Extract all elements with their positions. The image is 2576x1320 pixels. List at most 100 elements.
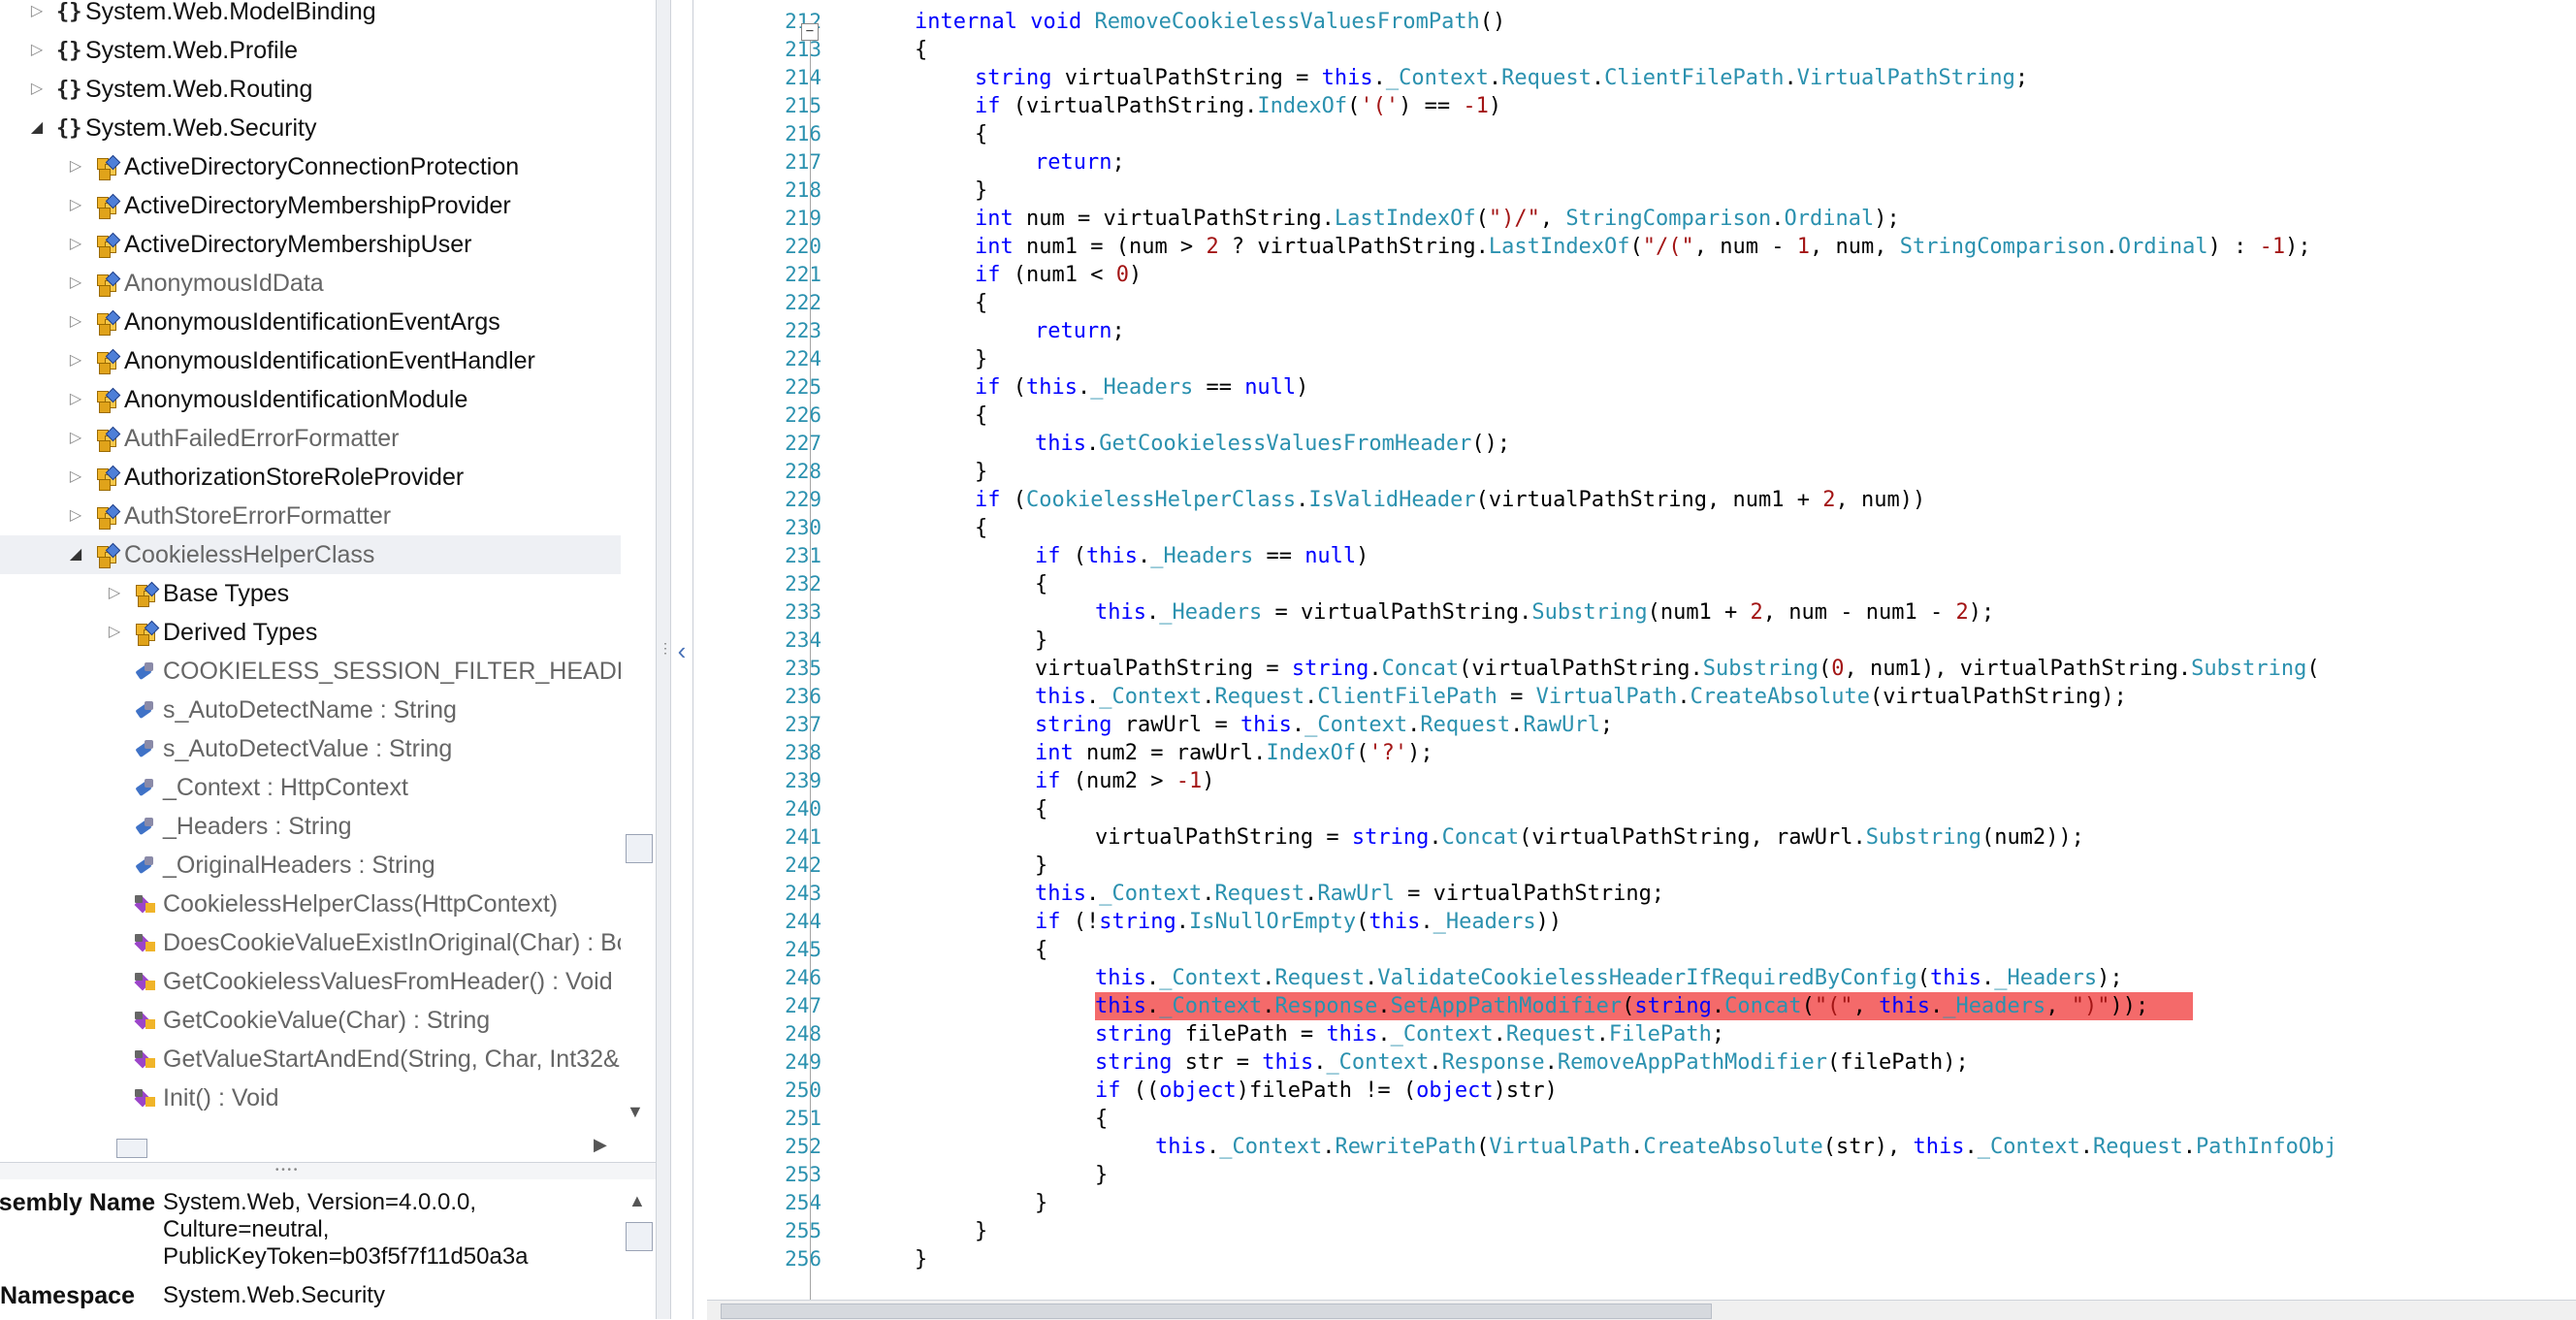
properties-scrollbar[interactable]: ▲ [621,1179,656,1319]
tree-vertical-scrollbar[interactable]: ▼ [621,0,656,1144]
expand-triangle-icon[interactable]: ▷ [27,31,47,70]
collapse-triangle-icon[interactable]: ◢ [27,109,47,147]
tree-item[interactable]: ▷ {} System.Web.Profile [0,31,621,70]
tree-item[interactable]: s_AutoDetectName : String [0,691,621,729]
tree-item[interactable]: ▷ Base Types [0,574,621,613]
tree-item[interactable]: ▷ AnonymousIdData [0,264,621,303]
expand-triangle-icon[interactable]: ▷ [66,147,85,186]
tree-item[interactable]: COOKIELESS_SESSION_FILTER_HEADER : S [0,652,621,691]
code-line[interactable]: return; [1035,148,1125,177]
scroll-thumb[interactable] [721,1304,1712,1319]
tree-item[interactable]: ▷ ActiveDirectoryMembershipProvider [0,186,621,225]
expand-triangle-icon[interactable]: ▷ [66,341,85,380]
scroll-thumb[interactable] [116,1139,147,1158]
code-line[interactable]: { [975,514,987,542]
code-line[interactable]: if (!string.IsNullOrEmpty(this._Headers)… [1035,908,1562,936]
collapse-pane-icon[interactable]: ‹ [671,636,692,665]
expand-triangle-icon[interactable]: ▷ [66,419,85,458]
code-line[interactable]: string rawUrl = this._Context.Request.Ra… [1035,711,1613,739]
code-line[interactable]: this._Context.Request.ValidateCookieless… [1095,964,2123,992]
tree-item[interactable]: _Headers : String [0,807,621,846]
tree-item[interactable]: ▷ Derived Types [0,613,621,652]
expand-triangle-icon[interactable]: ▷ [27,70,47,109]
scroll-thumb[interactable] [626,834,653,863]
code-line[interactable]: internal void RemoveCookielessValuesFrom… [915,8,1505,36]
code-line[interactable]: virtualPathString = string.Concat(virtua… [1095,823,2084,852]
tree-item[interactable]: ▷ AnonymousIdentificationEventHandler [0,341,621,380]
code-line[interactable]: } [1035,1189,1047,1217]
highlighted-code-line[interactable]: this._Context.Response.SetAppPathModifie… [1095,992,2194,1020]
tree-item[interactable]: ▷ AuthorizationStoreRoleProvider [0,458,621,497]
code-line[interactable]: this.GetCookielessValuesFromHeader(); [1035,430,1510,458]
code-line[interactable]: } [915,1245,927,1273]
code-line[interactable]: { [1035,570,1047,598]
tree-horizontal-scrollbar[interactable]: ▶ [0,1133,621,1162]
collapse-triangle-icon[interactable]: ◢ [66,535,85,574]
code-line[interactable]: } [975,458,987,486]
code-line[interactable]: string filePath = this._Context.Request.… [1095,1020,1724,1048]
code-horizontal-scrollbar[interactable] [707,1300,2576,1320]
tree-item[interactable]: ▷ {} System.Web.Routing [0,70,621,109]
expand-triangle-icon[interactable]: ▷ [66,186,85,225]
code-line[interactable]: return; [1035,317,1125,345]
expand-triangle-icon[interactable]: ▷ [66,303,85,341]
code-line[interactable]: int num2 = rawUrl.IndexOf('?'); [1035,739,1433,767]
tree-item[interactable]: GetValueStartAndEnd(String, Char, Int32& [0,1040,621,1079]
code-line[interactable]: { [915,36,927,64]
tree-item[interactable]: ▷ {} System.Web.ModelBinding [0,0,621,31]
code-line[interactable]: this._Context.RewritePath(VirtualPath.Cr… [1155,1133,2337,1161]
tree-item[interactable]: DoesCookieValueExistInOriginal(Char) : B… [0,923,621,962]
fold-toggle-icon[interactable]: − [801,23,819,41]
code-line[interactable]: { [975,120,987,148]
vertical-splitter[interactable]: ⋮ [656,0,672,1319]
expand-triangle-icon[interactable]: ▷ [66,380,85,419]
expand-triangle-icon[interactable]: ▷ [66,497,85,535]
code-line[interactable]: int num = virtualPathString.LastIndexOf(… [975,205,1900,233]
code-line[interactable]: string virtualPathString = this._Context… [975,64,2028,92]
code-body[interactable]: internal void RemoveCookielessValuesFrom… [849,0,2576,1300]
scroll-thumb[interactable] [626,1222,653,1251]
code-line[interactable]: } [975,345,987,373]
expand-triangle-icon[interactable]: ▷ [66,225,85,264]
tree-item[interactable]: _Context : HttpContext [0,768,621,807]
scroll-right-arrow-icon[interactable]: ▶ [594,1135,607,1155]
tree-item[interactable]: GetCookieValue(Char) : String [0,1001,621,1040]
code-line[interactable]: this._Headers = virtualPathString.Substr… [1095,598,1994,627]
tree-item[interactable]: _OriginalHeaders : String [0,846,621,885]
code-line[interactable]: if (this._Headers == null) [1035,542,1368,570]
tree-item[interactable]: Init() : Void [0,1079,621,1117]
code-line[interactable]: if (CookielessHelperClass.IsValidHeader(… [975,486,1925,514]
horizontal-splitter[interactable]: • • • • [0,1162,656,1180]
tree-item[interactable]: ▷ AuthStoreErrorFormatter [0,497,621,535]
code-line[interactable]: { [1095,1105,1108,1133]
expand-triangle-icon[interactable]: ▷ [66,458,85,497]
expand-triangle-icon[interactable]: ▷ [105,613,124,652]
code-line[interactable]: if (num2 > -1) [1035,767,1214,795]
tree-item[interactable]: GetCookielessValuesFromHeader() : Void [0,962,621,1001]
scroll-down-arrow-icon[interactable]: ▼ [627,1102,644,1122]
code-line[interactable]: string str = this._Context.Response.Remo… [1095,1048,1969,1077]
code-line[interactable]: } [975,177,987,205]
code-line[interactable]: { [1035,936,1047,964]
code-line[interactable]: if (this._Headers == null) [975,373,1308,402]
code-line[interactable]: this._Context.Request.ClientFilePath = V… [1035,683,2127,711]
tree-item[interactable]: ◢ CookielessHelperClass [0,535,621,574]
tree-item[interactable]: CookielessHelperClass(HttpContext) [0,885,621,923]
expand-triangle-icon[interactable]: ▷ [66,264,85,303]
code-line[interactable]: int num1 = (num > 2 ? virtualPathString.… [975,233,2311,261]
code-line[interactable]: if (num1 < 0) [975,261,1142,289]
tree-item[interactable]: ▷ ActiveDirectoryMembershipUser [0,225,621,264]
code-line[interactable]: } [975,1217,987,1245]
code-line[interactable]: } [1035,627,1047,655]
code-line[interactable]: if (virtualPathString.IndexOf('(') == -1… [975,92,1501,120]
code-line[interactable]: } [1035,852,1047,880]
expand-triangle-icon[interactable]: ▷ [105,574,124,613]
code-line[interactable]: this._Context.Request.RawUrl = virtualPa… [1035,880,1664,908]
code-line[interactable]: } [1095,1161,1108,1189]
code-line[interactable]: { [975,402,987,430]
tree-item[interactable]: s_AutoDetectValue : String [0,729,621,768]
tree-item[interactable]: ▷ AnonymousIdentificationModule [0,380,621,419]
tree-item[interactable]: ▷ AuthFailedErrorFormatter [0,419,621,458]
code-line[interactable]: if ((object)filePath != (object)str) [1095,1077,1558,1105]
tree-item[interactable]: ▷ ActiveDirectoryConnectionProtection [0,147,621,186]
